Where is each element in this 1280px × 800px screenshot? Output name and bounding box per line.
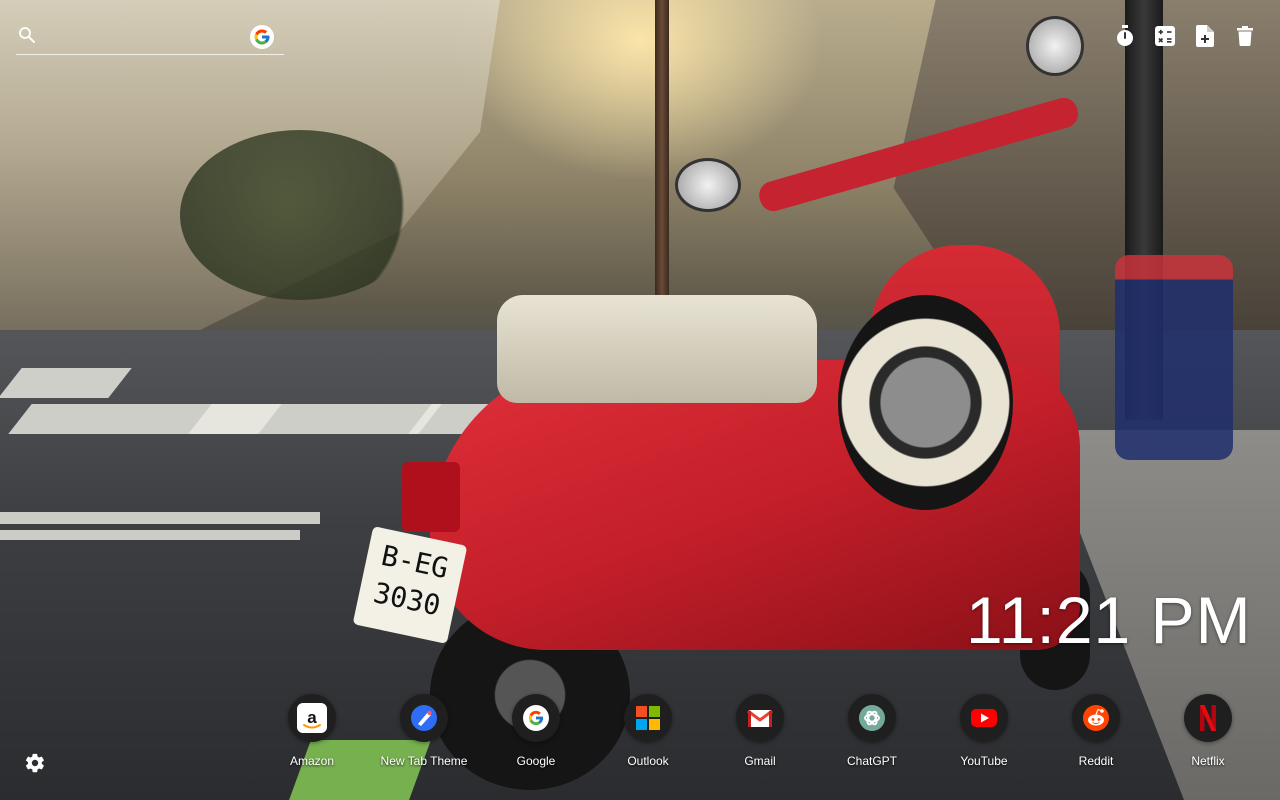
scooter-mirror: [1026, 16, 1084, 76]
google-icon: [512, 694, 560, 742]
shortcut-label: Reddit: [1078, 754, 1114, 768]
scooter-spare-wheel: [838, 295, 1013, 510]
youtube-icon: [960, 694, 1008, 742]
calculator-icon[interactable]: [1154, 24, 1176, 48]
scooter-seat: [497, 295, 817, 403]
search-input[interactable]: [50, 24, 254, 50]
shortcut-label: Netflix: [1191, 754, 1225, 768]
netflix-icon: [1184, 694, 1232, 742]
gmail-icon: [736, 694, 784, 742]
search-icon[interactable]: [18, 26, 36, 44]
background-bag: [1115, 255, 1233, 460]
shortcut-label: Google: [516, 754, 556, 768]
shortcut-dock: a Amazon New Tab Theme Google Outlook Gm…: [256, 694, 1264, 774]
scooter-taillight: [402, 462, 460, 532]
shortcut-new-tab-theme[interactable]: New Tab Theme: [368, 694, 480, 774]
shortcut-youtube[interactable]: YouTube: [928, 694, 1040, 774]
shortcut-label: Gmail: [744, 754, 776, 768]
svg-text:a: a: [307, 708, 317, 727]
shortcut-label: New Tab Theme: [380, 754, 468, 768]
license-plate: B-EG 3030: [352, 526, 468, 644]
road-marking: [0, 512, 320, 524]
crosswalk-stripe: [188, 404, 442, 434]
shortcut-reddit[interactable]: Reddit: [1040, 694, 1152, 774]
chatgpt-icon: [848, 694, 896, 742]
background-pole: [655, 0, 669, 300]
amazon-icon: a: [288, 694, 336, 742]
background-tree: [180, 130, 420, 300]
search-bar: [16, 22, 284, 55]
shortcut-outlook[interactable]: Outlook: [592, 694, 704, 774]
gear-icon[interactable]: [24, 752, 48, 776]
shortcut-chatgpt[interactable]: ChatGPT: [816, 694, 928, 774]
reddit-icon: [1072, 694, 1120, 742]
shortcut-label: Amazon: [289, 754, 335, 768]
google-icon[interactable]: [250, 25, 274, 49]
trash-icon[interactable]: [1234, 24, 1256, 48]
shortcut-label: ChatGPT: [846, 754, 897, 768]
shortcut-netflix[interactable]: Netflix: [1152, 694, 1264, 774]
file-plus-icon[interactable]: [1194, 24, 1216, 48]
clock-time: 11:21 PM: [966, 583, 1252, 657]
microsoft-icon: [624, 694, 672, 742]
road-marking: [0, 530, 300, 540]
shortcut-google[interactable]: Google: [480, 694, 592, 774]
wallpaper-background: B-EG 3030: [0, 0, 1280, 800]
top-toolbar: [1114, 24, 1256, 48]
shortcut-label: YouTube: [960, 754, 1008, 768]
stopwatch-icon[interactable]: [1114, 24, 1136, 48]
shortcut-amazon[interactable]: a Amazon: [256, 694, 368, 774]
shortcut-label: Outlook: [627, 754, 669, 768]
scooter-mirror: [675, 158, 741, 212]
shortcut-gmail[interactable]: Gmail: [704, 694, 816, 774]
new-tab-theme-icon: [400, 694, 448, 742]
